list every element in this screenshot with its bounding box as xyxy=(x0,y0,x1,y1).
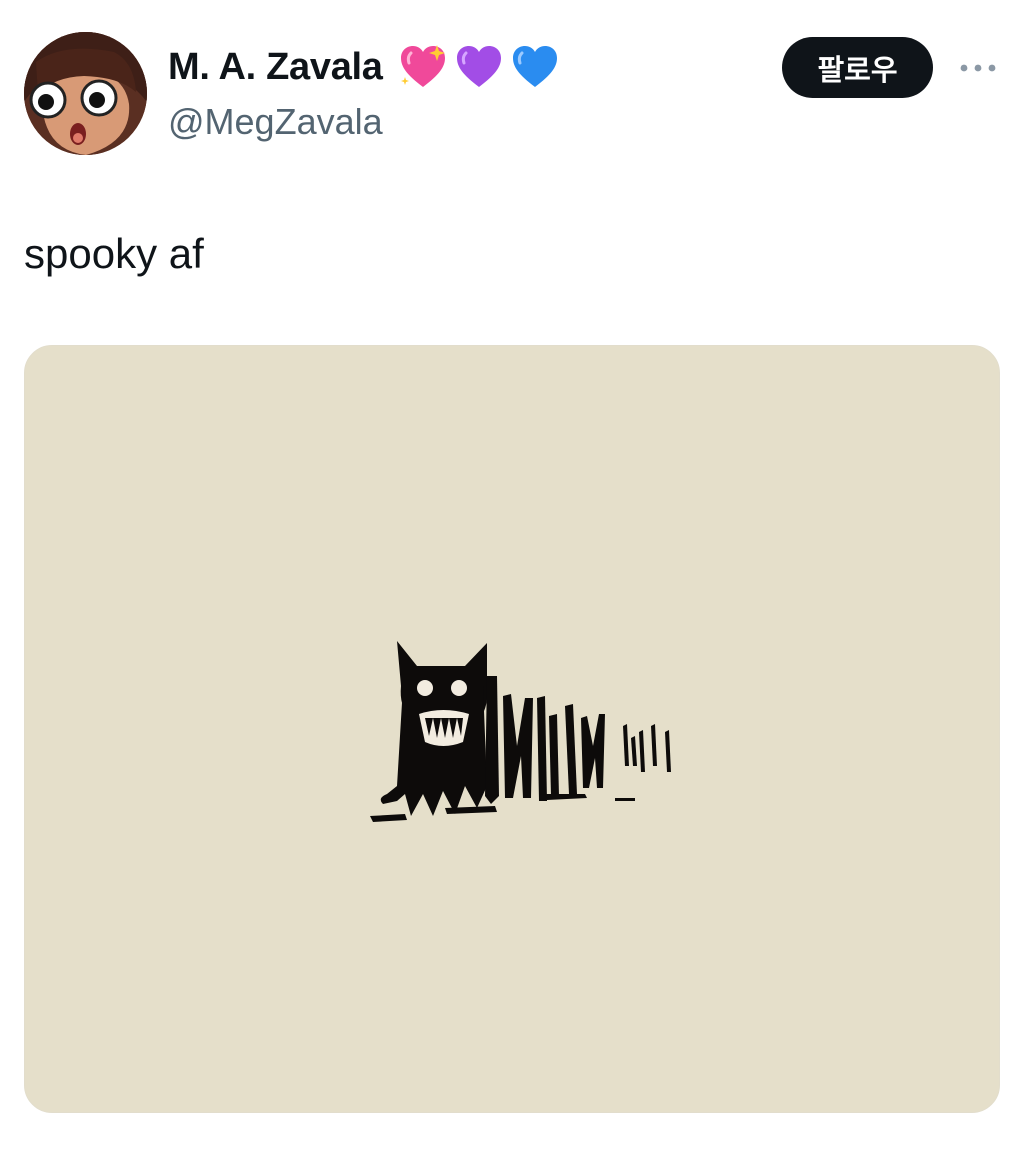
author-display-name[interactable]: M. A. Zavala xyxy=(168,42,561,92)
display-name-text: M. A. Zavala xyxy=(168,46,383,88)
blue-heart-icon xyxy=(512,46,557,87)
avatar-image xyxy=(24,32,147,155)
tweet-media[interactable] xyxy=(24,345,1000,1113)
more-horizontal-icon xyxy=(960,64,996,72)
purple-heart-icon xyxy=(456,46,501,87)
avatar[interactable] xyxy=(24,32,147,155)
author-handle[interactable]: @MegZavala xyxy=(168,100,383,144)
tweet-text: spooky af xyxy=(24,230,204,277)
media-image xyxy=(25,346,999,1112)
more-options-button[interactable] xyxy=(954,52,1002,84)
follow-button[interactable]: 팔로우 xyxy=(782,37,933,98)
name-emojis xyxy=(397,41,561,93)
sparkling-heart-icon xyxy=(400,45,445,87)
